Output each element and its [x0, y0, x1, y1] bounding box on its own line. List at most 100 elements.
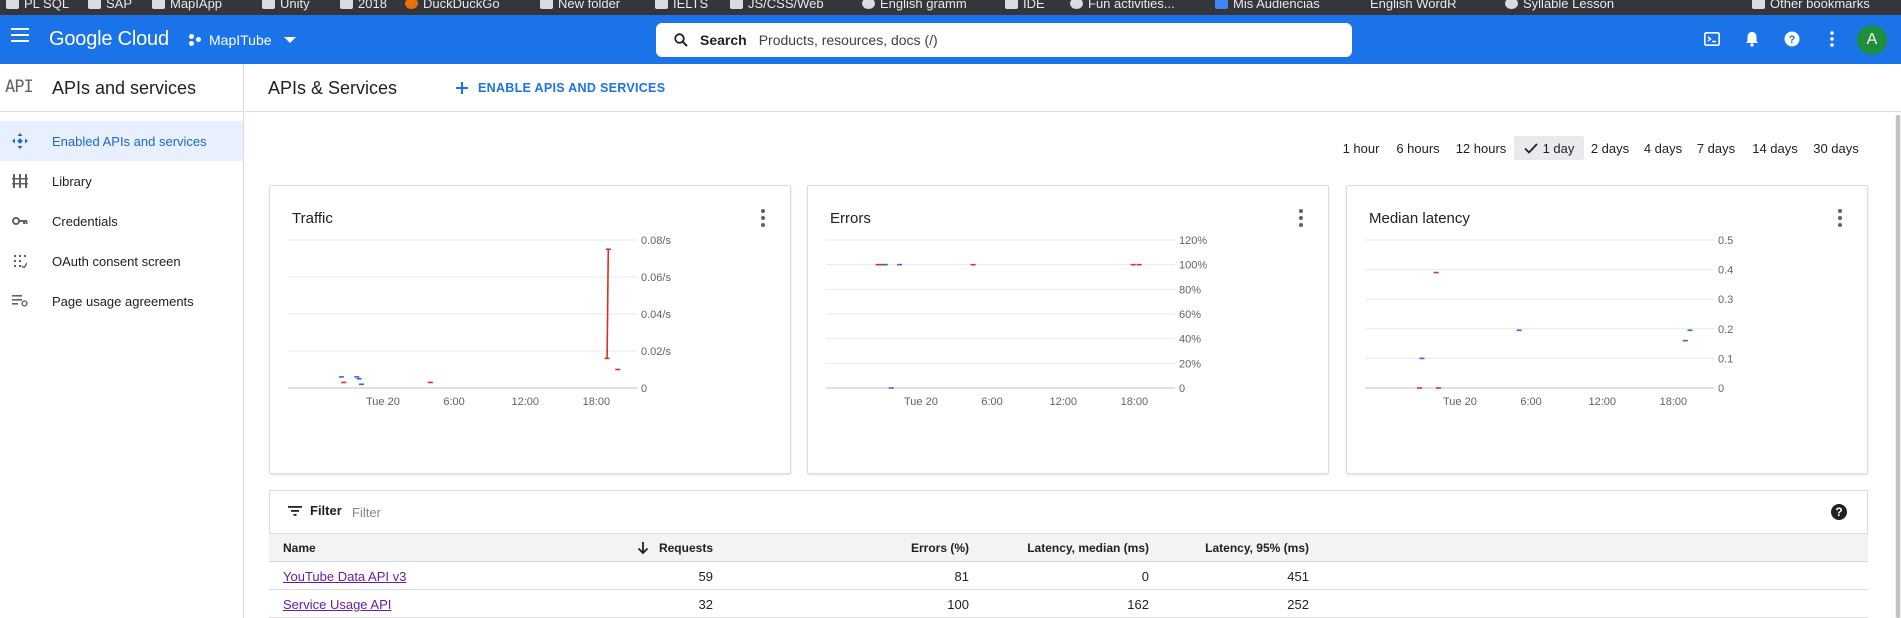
- folder-icon: [152, 0, 165, 9]
- requests-cell: 59: [698, 568, 713, 584]
- bookmark-sap[interactable]: SAP: [88, 0, 132, 13]
- bookmark-mis-audiencias[interactable]: Mis Audiencias: [1215, 0, 1320, 13]
- column-header-errors[interactable]: Errors (%): [769, 534, 969, 562]
- library-icon: [0, 174, 52, 188]
- x-tick-label: 18:00: [1660, 396, 1688, 408]
- table-row: YouTube Data API v3 59 81 0 451: [269, 562, 1868, 590]
- filter-button[interactable]: Filter: [288, 503, 342, 518]
- filter-input[interactable]: [352, 501, 652, 523]
- bookmark-duckduckgo[interactable]: DuckDuckGo: [405, 0, 500, 13]
- y-tick-label: 0: [1718, 383, 1724, 395]
- time-range-14-days[interactable]: 14 days: [1749, 136, 1801, 160]
- time-range-4-days[interactable]: 4 days: [1641, 136, 1685, 160]
- help-icon[interactable]: ?: [1831, 504, 1847, 520]
- account-avatar[interactable]: A: [1857, 25, 1887, 55]
- bookmark-js-css-web[interactable]: JS/CSS/Web: [730, 0, 824, 13]
- bookmark-fun-activities[interactable]: Fun activities...: [1070, 0, 1175, 13]
- time-range-12-hours[interactable]: 12 hours: [1450, 136, 1512, 160]
- bookmark-other-bookmarks[interactable]: Other bookmarks: [1752, 0, 1870, 13]
- x-tick-label: 12:00: [511, 396, 539, 408]
- key-icon: [0, 216, 52, 226]
- folder-icon: [730, 0, 743, 9]
- folder-icon: [1752, 0, 1765, 9]
- y-tick-label: 20%: [1179, 358, 1201, 370]
- median-latency-chart: 0 0.1 0.2 0.3 0.4 0.5 Tue 20 6:00 12:00 18:00: [1365, 235, 1733, 408]
- bookmarks-bar: PL SQL SAP MapIApp Unity 2018 DuckDuckGo…: [0, 0, 1901, 15]
- time-range-6-hours[interactable]: 6 hours: [1390, 136, 1446, 160]
- folder-icon: [1005, 0, 1018, 9]
- search-bar[interactable]: Search Products, resources, docs (/): [656, 23, 1352, 57]
- bookmark-english-gramm[interactable]: English gramm: [862, 0, 967, 13]
- column-header-requests[interactable]: Requests: [499, 534, 713, 562]
- errors-chart: 0 20% 40% 60% 80% 100% 120% Tue 20 6:00 12:00 18:0…: [826, 235, 1207, 408]
- x-tick-label: 18:00: [1121, 396, 1149, 408]
- median-latency-chart-card: Median latency 0 0.1 0.2 0.3 0.4 0.5 Tue 20 6:0…: [1346, 185, 1868, 474]
- latency-95-cell: 451: [1287, 568, 1309, 584]
- api-name-link[interactable]: YouTube Data API v3: [283, 562, 406, 590]
- column-header-name[interactable]: Name: [283, 534, 316, 562]
- time-range-1-day[interactable]: 1 day: [1514, 136, 1584, 160]
- y-tick-label: 0.1: [1718, 353, 1733, 365]
- sidebar-item-oauth-consent[interactable]: OAuth consent screen: [0, 241, 243, 281]
- enable-apis-button[interactable]: ENABLE APIS AND SERVICES: [455, 77, 665, 99]
- bookmark-english-wordr[interactable]: English WordR: [1370, 0, 1456, 13]
- duckduckgo-icon: [405, 0, 418, 9]
- time-range-1-hour[interactable]: 1 hour: [1336, 136, 1386, 160]
- requests-cell: 32: [698, 596, 713, 612]
- menu-icon[interactable]: [11, 28, 29, 42]
- check-icon: [1523, 142, 1538, 154]
- api-name-link[interactable]: Service Usage API: [283, 590, 391, 618]
- time-range-7-days[interactable]: 7 days: [1694, 136, 1738, 160]
- google-cloud-logo[interactable]: Google Cloud: [49, 28, 169, 51]
- time-range-2-days[interactable]: 2 days: [1588, 136, 1632, 160]
- folder-icon: [262, 0, 275, 9]
- sidebar-item-label: Library: [52, 173, 92, 189]
- y-tick-label: 0.02/s: [641, 346, 671, 358]
- sidebar-item-credentials[interactable]: Credentials: [0, 201, 243, 241]
- plus-icon: [456, 82, 468, 94]
- globe-icon: [1505, 0, 1518, 9]
- time-range-30-days[interactable]: 30 days: [1810, 136, 1862, 160]
- bookmark-unity[interactable]: Unity: [262, 0, 310, 13]
- help-icon[interactable]: ?: [1781, 28, 1803, 50]
- bookmark-ielts[interactable]: IELTS: [655, 0, 708, 13]
- y-tick-label: 0.04/s: [641, 309, 671, 321]
- search-label: Search: [700, 32, 747, 48]
- column-header-latency-95[interactable]: Latency, 95% (ms): [1149, 534, 1309, 562]
- sidebar-item-label: OAuth consent screen: [52, 253, 181, 269]
- x-tick-label: Tue 20: [904, 396, 938, 408]
- y-tick-label: 100%: [1179, 260, 1207, 272]
- y-tick-label: 0: [641, 383, 647, 395]
- bookmark-mapiapp[interactable]: MapIApp: [152, 0, 222, 13]
- folder-icon: [6, 0, 19, 9]
- agreements-icon: [0, 295, 52, 307]
- latency-median-cell: 162: [1127, 596, 1149, 612]
- page-title: APIs & Services: [268, 78, 398, 98]
- traffic-chart: 0 0.02/s 0.04/s 0.06/s 0.08/s Tue 20 6:00 12:00…: [288, 235, 671, 408]
- globe-icon: [1070, 0, 1083, 9]
- x-tick-label: 18:00: [583, 396, 611, 408]
- bookmark-pl-sql[interactable]: PL SQL: [6, 0, 69, 13]
- folder-icon: [655, 0, 668, 9]
- y-tick-label: 0.3: [1718, 294, 1733, 306]
- column-header-latency-median[interactable]: Latency, median (ms): [969, 534, 1149, 562]
- bookmark-ide[interactable]: IDE: [1005, 0, 1045, 13]
- notifications-icon[interactable]: [1741, 28, 1763, 50]
- x-tick-label: Tue 20: [1443, 396, 1477, 408]
- project-picker[interactable]: MapITube: [189, 32, 296, 48]
- page-scrollbar[interactable]: [1895, 115, 1901, 618]
- search-placeholder: Products, resources, docs (/): [758, 32, 938, 48]
- search-icon: [674, 33, 688, 47]
- enable-apis-label: ENABLE APIS AND SERVICES: [478, 81, 666, 95]
- cloud-shell-icon[interactable]: [1701, 28, 1723, 50]
- y-tick-label: 0.08/s: [641, 235, 671, 247]
- sidebar-item-page-usage-agreements[interactable]: Page usage agreements: [0, 281, 243, 321]
- bookmark-2018[interactable]: 2018: [340, 0, 387, 13]
- more-options-icon[interactable]: [1821, 28, 1843, 50]
- bookmark-syllable-lesson[interactable]: Syllable Lesson: [1505, 0, 1614, 13]
- sidebar-item-label: Credentials: [52, 213, 118, 229]
- series-line[interactable]: [606, 249, 610, 359]
- sidebar-item-library[interactable]: Library: [0, 161, 243, 201]
- bookmark-new-folder[interactable]: New folder: [540, 0, 620, 13]
- latency-median-cell: 0: [1141, 568, 1149, 584]
